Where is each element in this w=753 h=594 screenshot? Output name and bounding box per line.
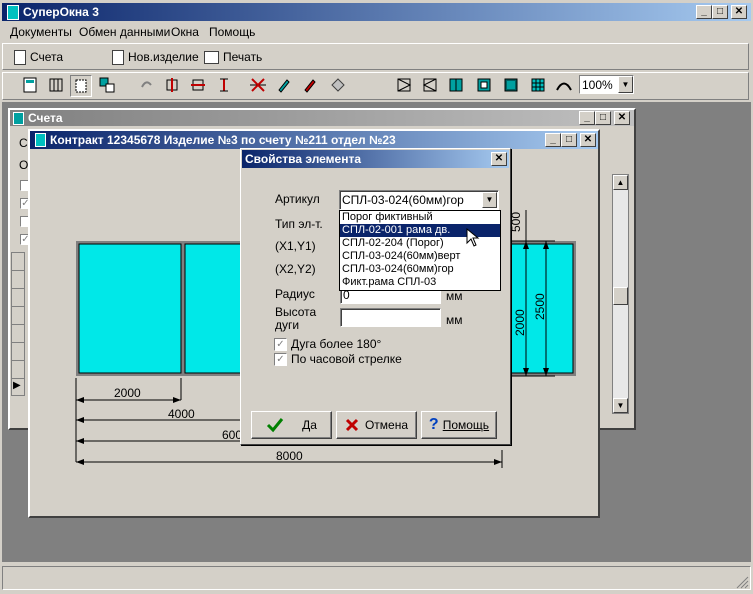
split-vertical-icon[interactable] xyxy=(162,75,182,95)
dialog-close-button[interactable]: ✕ xyxy=(491,152,507,166)
menu-item-exchange[interactable]: Обмен данными xyxy=(79,25,170,39)
arc-height-unit: мм xyxy=(446,313,463,327)
accounts-maximize-button[interactable]: □ xyxy=(595,111,611,125)
accounts-label-c: С xyxy=(19,136,28,150)
dim-4000-label: 4000 xyxy=(168,407,195,421)
delete-element-icon[interactable] xyxy=(248,75,268,95)
radius-label: Радиус xyxy=(275,287,315,301)
cross-icon xyxy=(345,418,359,432)
zoom-value: 100% xyxy=(582,78,613,92)
menu-item-help[interactable]: Помощь xyxy=(209,25,255,39)
article-select[interactable]: СПЛ-03-024(60мм)гор ▼ xyxy=(339,190,499,210)
dim-v2000-label: 2000 xyxy=(513,309,527,336)
cancel-button[interactable]: Отмена xyxy=(336,411,417,439)
menu-bar: Документы Обмен данными Окна Помощь xyxy=(0,22,753,40)
dim-v2500-label: 2500 xyxy=(533,293,547,320)
accounts-close-button[interactable]: ✕ xyxy=(614,111,630,125)
x2y2-label: (X2,Y2) xyxy=(275,262,316,276)
accounts-grid-rows xyxy=(11,252,25,396)
sash-left-icon[interactable] xyxy=(394,75,414,95)
dropdown-option[interactable]: Фикт.рама СПЛ-03 xyxy=(340,276,500,289)
chevron-down-icon[interactable]: ▼ xyxy=(618,76,633,93)
columns-icon[interactable] xyxy=(46,75,66,95)
article-chevron-down-icon[interactable]: ▼ xyxy=(482,192,497,208)
calculator-icon[interactable] xyxy=(20,75,40,95)
contract-titlebar: Контракт 12345678 Изделие №3 по счету №2… xyxy=(30,131,598,149)
maximize-button[interactable]: □ xyxy=(712,5,728,19)
help-button[interactable]: ? Помощь xyxy=(421,411,497,439)
dim-8000-label: 8000 xyxy=(276,449,303,463)
menu-item-documents[interactable]: Документы xyxy=(10,25,72,39)
frame-view-icon[interactable] xyxy=(501,75,521,95)
app-titlebar: СуперОкна 3 xyxy=(2,3,751,21)
printer-icon xyxy=(204,50,219,64)
accounts-minimize-button[interactable]: _ xyxy=(579,111,595,125)
checkmark-icon xyxy=(267,418,284,433)
dialog-titlebar: Свойства элемента xyxy=(242,150,509,168)
accounts-icon xyxy=(13,111,24,125)
print-button[interactable]: Печать xyxy=(204,47,262,67)
arc-height-label-1: Высота xyxy=(275,305,317,319)
app-icon xyxy=(7,4,19,20)
dropdown-option[interactable]: СПЛ-03-024(60мм)верт xyxy=(340,250,500,263)
accounts-button[interactable]: Счета xyxy=(14,47,63,67)
new-item-button[interactable]: Нов.изделие xyxy=(112,47,199,67)
mouse-cursor-icon xyxy=(466,228,480,247)
undo-icon[interactable] xyxy=(136,75,156,95)
dim-v500-label: 500 xyxy=(509,211,523,232)
contract-maximize-button[interactable]: □ xyxy=(561,133,577,147)
dropdown-option[interactable]: Порог фиктивный xyxy=(340,211,500,224)
clockwise-checkbox[interactable]: ✓ xyxy=(274,353,287,366)
document-icon xyxy=(14,49,26,65)
accounts-right-scrollbar[interactable]: ▲ ▼ xyxy=(612,174,629,414)
add-element-icon[interactable] xyxy=(97,75,117,95)
zoom-select[interactable]: 100% ▼ xyxy=(579,75,634,94)
scroll-up-icon[interactable]: ▲ xyxy=(613,175,628,190)
app-title: СуперОкна 3 xyxy=(23,5,99,19)
sash-right-icon[interactable] xyxy=(420,75,440,95)
article-value: СПЛ-03-024(60мм)гор xyxy=(342,193,464,207)
select-frame-icon[interactable] xyxy=(70,75,92,97)
status-bar xyxy=(2,566,751,590)
row-pointer-icon: ▶ xyxy=(13,380,21,391)
grid-icon[interactable] xyxy=(528,75,548,95)
article-dropdown-list[interactable]: Порог фиктивный СПЛ-02-001 рама дв. СПЛ-… xyxy=(339,210,501,291)
new-item-icon xyxy=(112,49,124,65)
contract-minimize-button[interactable]: _ xyxy=(545,133,561,147)
question-icon: ? xyxy=(428,416,439,433)
profile-icon[interactable] xyxy=(328,75,348,95)
arc-over-180-label: Дуга более 180° xyxy=(291,337,382,351)
contract-close-button[interactable]: ✕ xyxy=(580,133,596,147)
scroll-thumb[interactable] xyxy=(613,287,628,305)
paint-icon[interactable] xyxy=(300,75,320,95)
scroll-down-icon[interactable]: ▼ xyxy=(613,398,628,413)
glass-left xyxy=(78,243,182,374)
dropdown-option[interactable]: СПЛ-03-024(60мм)гор xyxy=(340,263,500,276)
glass-single-icon[interactable] xyxy=(446,75,466,95)
contract-icon xyxy=(35,133,46,147)
arc-height-input[interactable] xyxy=(340,308,441,327)
arc-height-label-2: дуги xyxy=(275,318,300,332)
accounts-label-o: О xyxy=(19,158,29,172)
x1y1-label: (X1,Y1) xyxy=(275,239,316,253)
clockwise-label: По часовой стрелке xyxy=(291,352,402,366)
minimize-button[interactable]: _ xyxy=(696,5,712,19)
arc-over-180-checkbox[interactable]: ✓ xyxy=(274,338,287,351)
split-horizontal-icon[interactable] xyxy=(188,75,208,95)
dim-2000-label: 2000 xyxy=(114,386,141,400)
ok-button[interactable]: Да xyxy=(251,411,332,439)
menu-item-windows[interactable]: Окна xyxy=(171,25,199,39)
resize-grip-icon[interactable] xyxy=(736,576,749,589)
arc-icon[interactable] xyxy=(554,75,574,95)
glass-double-icon[interactable] xyxy=(474,75,494,95)
impost-icon[interactable] xyxy=(214,75,234,95)
radius-unit: мм xyxy=(446,289,463,303)
accounts-titlebar: Счета xyxy=(10,110,634,126)
type-label: Тип эл-т. xyxy=(275,217,323,231)
edit-pencil-icon[interactable] xyxy=(274,75,294,95)
article-label: Артикул xyxy=(275,192,320,206)
close-button[interactable]: ✕ xyxy=(731,5,747,19)
